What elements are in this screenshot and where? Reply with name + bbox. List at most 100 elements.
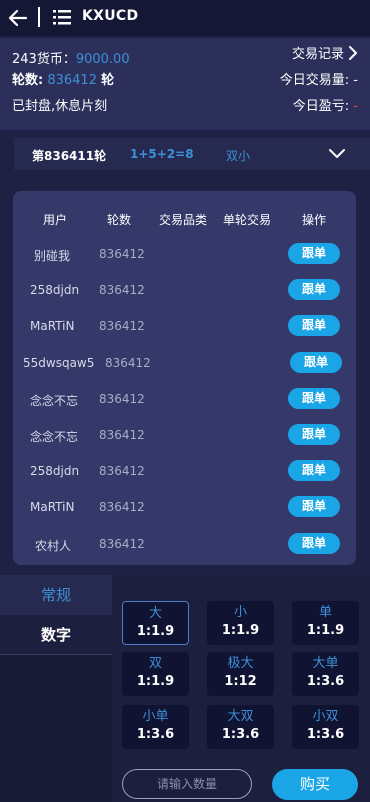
bet-option-odds: 1:1.9 (136, 624, 175, 639)
bet-option[interactable]: 小单 1:3.6 (122, 705, 189, 749)
round-label: 轮数: (12, 73, 44, 88)
bet-option-odds: 1:3.6 (306, 674, 345, 689)
follow-table-card: 用户 轮数 交易品类 单轮交易 操作 别碰我 836412 跟单 258djdn 836… (13, 191, 356, 565)
bet-option-name: 大 (148, 606, 162, 621)
bet-option-name: 小单 (142, 709, 169, 724)
follow-button[interactable]: 跟单 (288, 532, 340, 554)
last-round-bar[interactable]: 第836411轮 1+5+2=8 双小 (14, 138, 370, 170)
bet-option-name: 大双 (227, 709, 254, 724)
bet-option-name: 小 (233, 605, 247, 620)
account-info-panel: 243货币：9000.00 轮数: 836412 轮 已封盘,休息片刻 交易记录… (0, 38, 370, 130)
top-bar: KXUCD (0, 0, 370, 36)
back-arrow-icon[interactable] (6, 6, 30, 30)
table-row: 别碰我 836412 跟单 (13, 237, 356, 273)
row-round: 836412 (99, 247, 145, 261)
follow-button[interactable]: 跟单 (288, 424, 340, 445)
bet-option-name: 双 (148, 656, 162, 671)
row-user: 念念不忘 (30, 393, 79, 408)
bet-option-name: 单 (318, 605, 332, 620)
bet-option[interactable]: 极大 1:12 (207, 652, 274, 696)
header-action: 操作 (302, 213, 327, 227)
round-row: 轮数: 836412 轮 (12, 69, 114, 88)
table-row: 念念不忘 836412 跟单 (13, 418, 356, 454)
bet-option[interactable]: 双 1:1.9 (122, 652, 189, 696)
bet-option-odds: 1:3.6 (306, 727, 345, 742)
row-round: 836412 (99, 500, 145, 515)
row-round: 836412 (99, 283, 145, 298)
today-profit-row: 今日盈亏: - (293, 95, 358, 114)
today-profit-label: 今日盈亏: (292, 99, 350, 114)
bet-option-name: 小双 (312, 709, 339, 724)
table-row: 258djdn 836412 跟单 (13, 454, 356, 490)
bet-option[interactable]: 单 1:1.9 (292, 601, 359, 645)
tab-normal[interactable]: 常规 (0, 575, 112, 615)
row-round: 836412 (99, 536, 145, 551)
row-user: 258djdn (30, 464, 80, 479)
betting-section: 常规 数字 大 1:1.9 小 1:1.9 单 1:1.9 双 1:1.9 极大 1:12 大单 1:… (0, 575, 370, 802)
follow-button[interactable]: 跟单 (288, 279, 340, 301)
follow-button[interactable]: 跟单 (288, 496, 340, 518)
follow-button[interactable]: 跟单 (290, 351, 342, 373)
today-volume-value: - (353, 73, 358, 88)
today-volume-row: 今日交易量: - (280, 69, 358, 88)
table-header: 用户 轮数 交易品类 单轮交易 操作 (13, 211, 356, 229)
row-round: 836412 (99, 428, 145, 442)
table-row: 念念不忘 836412 跟单 (13, 382, 356, 418)
bet-option[interactable]: 大单 1:3.6 (292, 652, 359, 696)
bet-option-name: 极大 (227, 656, 254, 671)
bet-option[interactable]: 大双 1:3.6 (207, 705, 274, 749)
header-divider (38, 7, 40, 27)
round-value: 836412 (47, 73, 97, 88)
row-user: 农村人 (35, 538, 72, 553)
last-round-formula: 1+5+2=8 (130, 147, 194, 161)
bet-option-name: 大单 (312, 656, 339, 671)
last-round-result: 双小 (226, 149, 251, 163)
row-round: 836412 (99, 464, 145, 479)
header-user: 用户 (43, 213, 68, 227)
follow-button[interactable]: 跟单 (288, 315, 340, 337)
round-suffix: 轮 (101, 73, 115, 88)
row-user: 258djdn (30, 283, 80, 298)
bet-option[interactable]: 大 1:1.9 (122, 601, 189, 645)
menu-list-icon[interactable] (53, 9, 71, 25)
bet-option-odds: 1:1.9 (221, 623, 260, 638)
row-round: 836412 (99, 319, 145, 334)
market-status: 已封盘,休息片刻 (12, 99, 108, 114)
row-user: MaRTiN (30, 319, 75, 334)
last-round-number: 第836411轮 (32, 149, 107, 163)
bet-option[interactable]: 小双 1:3.6 (292, 705, 359, 749)
bet-type-tabs: 常规 数字 (0, 575, 112, 802)
follow-button[interactable]: 跟单 (288, 387, 340, 409)
today-profit-value: - (353, 99, 358, 114)
bet-option-odds: 1:3.6 (136, 727, 175, 742)
bet-option[interactable]: 小 1:1.9 (207, 601, 274, 645)
table-row: 55dwsqaw5 836412 跟单 (13, 346, 356, 382)
follow-button[interactable]: 跟单 (288, 243, 340, 264)
header-single-round: 单轮交易 (223, 213, 272, 227)
bet-option-odds: 1:3.6 (221, 727, 260, 742)
bet-option-odds: 1:1.9 (306, 623, 345, 638)
chevron-down-icon[interactable] (328, 148, 346, 160)
row-user: 念念不忘 (30, 430, 79, 444)
row-round: 836412 (99, 391, 145, 406)
trade-record-link[interactable]: 交易记录 (292, 43, 358, 62)
header-category: 交易品类 (159, 213, 208, 227)
app-title: KXUCD (82, 8, 139, 24)
currency-row: 243货币：9000.00 (12, 48, 130, 67)
bet-option-odds: 1:1.9 (136, 674, 175, 689)
quantity-input[interactable] (122, 769, 252, 799)
follow-button[interactable]: 跟单 (288, 460, 340, 482)
today-volume-label: 今日交易量: (279, 73, 350, 88)
chevron-right-icon (349, 45, 357, 60)
table-row: 农村人 836412 跟单 (13, 527, 356, 563)
bet-option-odds: 1:12 (224, 674, 257, 689)
currency-value: 9000.00 (75, 52, 130, 67)
currency-label: 243货币： (12, 52, 76, 67)
table-row: 258djdn 836412 跟单 (13, 273, 356, 309)
row-user: MaRTiN (30, 500, 75, 515)
tab-digit[interactable]: 数字 (0, 615, 112, 655)
buy-button[interactable]: 购买 (272, 769, 358, 800)
row-user: 55dwsqaw5 (23, 355, 95, 370)
row-round: 836412 (105, 355, 151, 370)
table-row: MaRTiN 836412 跟单 (13, 309, 356, 345)
